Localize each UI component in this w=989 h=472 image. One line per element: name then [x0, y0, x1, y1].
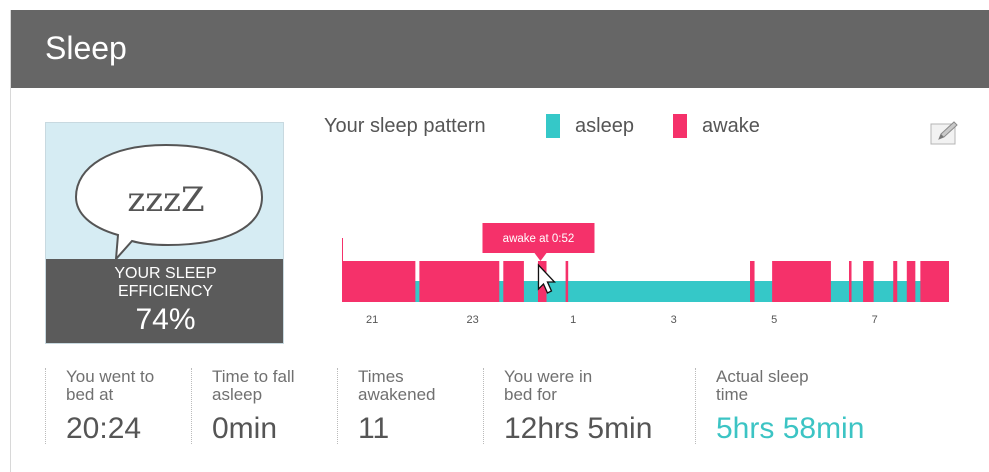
stat-item: You went to bed at 20:24	[45, 367, 191, 445]
awake-segment	[863, 261, 874, 302]
awake-segment	[342, 261, 416, 302]
stat-label: Actual sleep time	[716, 367, 809, 404]
stat-value: 12hrs 5min	[504, 412, 653, 445]
stat-item: Times awakened 11	[337, 367, 483, 445]
stat-value: 0min	[212, 412, 278, 445]
sleep-pattern-title: Your sleep pattern	[324, 115, 486, 137]
stat-value: 5hrs 58min	[716, 412, 865, 445]
efficiency-value: 74%	[135, 303, 196, 336]
x-tick-label: 1	[570, 314, 576, 326]
x-tick-label: 3	[671, 314, 677, 326]
awake-tooltip: awake at 0:52	[482, 223, 595, 261]
efficiency-label-line2: EFFICIENCY	[117, 283, 214, 300]
edit-icon[interactable]	[930, 120, 958, 146]
awake-swatch	[673, 114, 687, 138]
stat-item: Actual sleep time 5hrs 58min	[695, 367, 955, 445]
tooltip-text: awake at 0:52	[503, 233, 575, 245]
sleep-efficiency-card: zzzZ YOUR SLEEP EFFICIENCY 74%	[45, 122, 284, 344]
stat-item: You were in bed for 12hrs 5min	[483, 367, 695, 445]
panel-title: Sleep	[45, 30, 127, 66]
stat-label: You were in bed for	[504, 367, 593, 404]
x-tick-label: 23	[467, 314, 479, 326]
awake-segment	[893, 261, 898, 302]
awake-segment	[906, 261, 916, 302]
stat-label: Time to fall asleep	[212, 367, 295, 404]
sleep-bubble-area: zzzZ	[46, 123, 283, 262]
stat-value: 20:24	[66, 412, 142, 445]
stat-label: Times awakened	[358, 367, 436, 404]
stat-label: You went to bed at	[66, 367, 155, 404]
panel-header: Sleep	[11, 10, 989, 88]
efficiency-label-line1: YOUR SLEEP	[114, 265, 217, 282]
speech-bubble-icon: zzzZ	[74, 143, 264, 262]
awake-segment	[849, 261, 852, 302]
x-tick-label: 7	[872, 314, 878, 326]
x-tick-label: 5	[771, 314, 777, 326]
x-tick-label: 21	[366, 314, 378, 326]
stat-value: 11	[358, 412, 390, 445]
asleep-swatch	[546, 114, 560, 138]
sleep-pattern-chart[interactable]: 21 23 1 3 5 7 awake at 0:52	[330, 220, 970, 340]
bubble-text: zzzZ	[127, 180, 204, 220]
tooltip-arrow	[534, 253, 547, 261]
efficiency-label: YOUR SLEEP EFFICIENCY	[46, 265, 283, 301]
awake-legend-label: awake	[702, 115, 760, 137]
efficiency-summary: YOUR SLEEP EFFICIENCY 74%	[46, 259, 283, 343]
awake-segment	[772, 261, 831, 302]
awake-segment	[419, 261, 500, 302]
awake-segment	[750, 261, 755, 302]
awake-segment	[920, 261, 949, 302]
stat-item: Time to fall asleep 0min	[191, 367, 337, 445]
asleep-legend-label: asleep	[575, 115, 634, 137]
awake-segment	[503, 261, 524, 302]
